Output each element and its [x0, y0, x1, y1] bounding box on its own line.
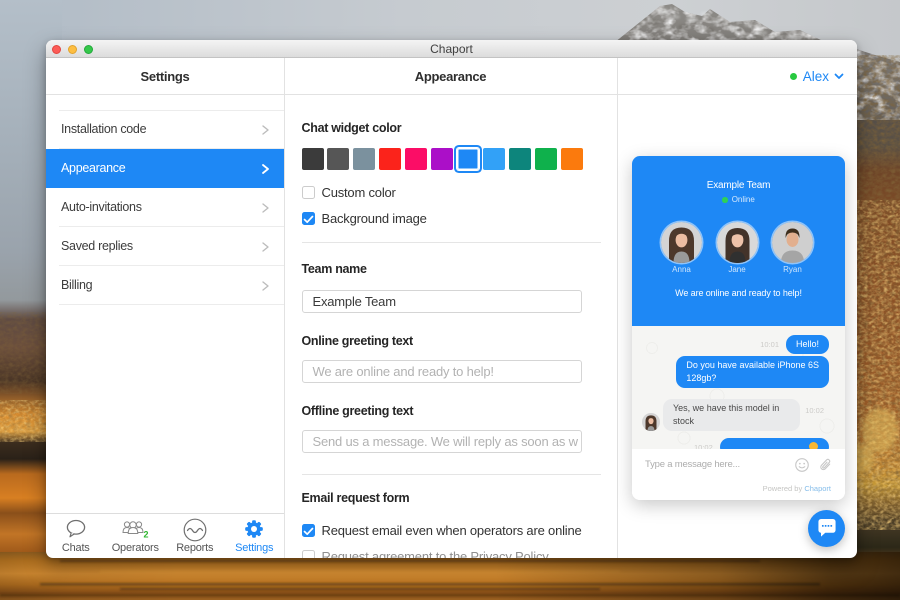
- svg-text:2: 2: [144, 530, 149, 540]
